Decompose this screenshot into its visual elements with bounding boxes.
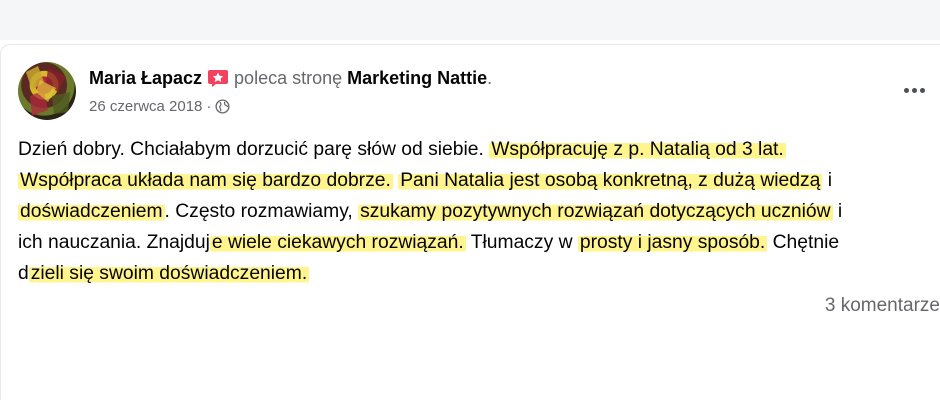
post-date-link[interactable]: 26 czerwca 2018 <box>89 98 202 115</box>
top-background-band <box>0 0 940 40</box>
highlighted-text: Współpracuję z p. Natalią od 3 lat. <box>489 139 786 160</box>
more-options-button[interactable] <box>896 78 932 102</box>
globe-icon[interactable] <box>215 98 230 114</box>
post-text-segment: Tłumaczy w <box>465 232 578 253</box>
post-text-segment: d <box>18 263 29 284</box>
highlighted-text: zieli się swoim doświadczeniem. <box>28 263 310 284</box>
author-name-link[interactable]: Maria Łapacz <box>89 68 202 89</box>
post-text-segment: ich nauczania. Znajduj <box>18 232 210 253</box>
highlighted-text: szukamy pozytywnych rozwiązań dotyczącyc… <box>358 201 833 222</box>
highlighted-text: doświadczeniem <box>18 201 165 222</box>
comments-count-link[interactable]: 3 komentarze <box>825 295 940 317</box>
post-text-segment: i <box>822 170 832 191</box>
highlighted-text: Współpraca układa nam się bardzo dobrze. <box>18 170 393 191</box>
post-text-line: ich nauczania. Znajduj e wiele ciekawych … <box>18 227 940 258</box>
more-options-icon <box>903 87 925 93</box>
post-text-segment: . Często rozmawiamy, <box>164 201 359 222</box>
date-separator: · <box>206 97 212 115</box>
highlighted-text: prosty i jasny sposób. <box>577 232 768 253</box>
post-text-line: doświadczeniem. Często rozmawiamy, szuka… <box>18 196 940 227</box>
page-name-suffix: . <box>487 67 493 88</box>
author-avatar[interactable] <box>18 62 76 120</box>
avatar-image <box>26 66 70 116</box>
highlighted-text: e wiele ciekawych rozwiązań. <box>209 232 466 253</box>
recommend-text: poleca stronę <box>234 67 343 88</box>
recommend-badge-icon <box>207 67 229 89</box>
page-name-link[interactable]: Marketing Nattie <box>347 68 487 89</box>
post-text-segment: i <box>832 201 843 222</box>
post-text: Dzień dobry. Chciałabym dorzucić parę sł… <box>18 134 940 289</box>
post-text-line: Współpraca układa nam się bardzo dobrze.… <box>18 165 940 196</box>
post-text-line: d zieli się swoim doświadczeniem. <box>18 258 940 289</box>
post-meta: 26 czerwca 2018 · <box>89 96 230 116</box>
post-header: Maria Łapacz poleca stronę Marketing Nat… <box>89 66 492 90</box>
post-text-line: Dzień dobry. Chciałabym dorzucić parę sł… <box>18 134 940 165</box>
post-text-segment: Chętnie <box>767 232 840 253</box>
post-text-segment: Dzień dobry. Chciałabym dorzucić parę sł… <box>18 139 490 160</box>
highlighted-text: Pani Natalia jest osobą konkretną, z duż… <box>398 170 823 191</box>
